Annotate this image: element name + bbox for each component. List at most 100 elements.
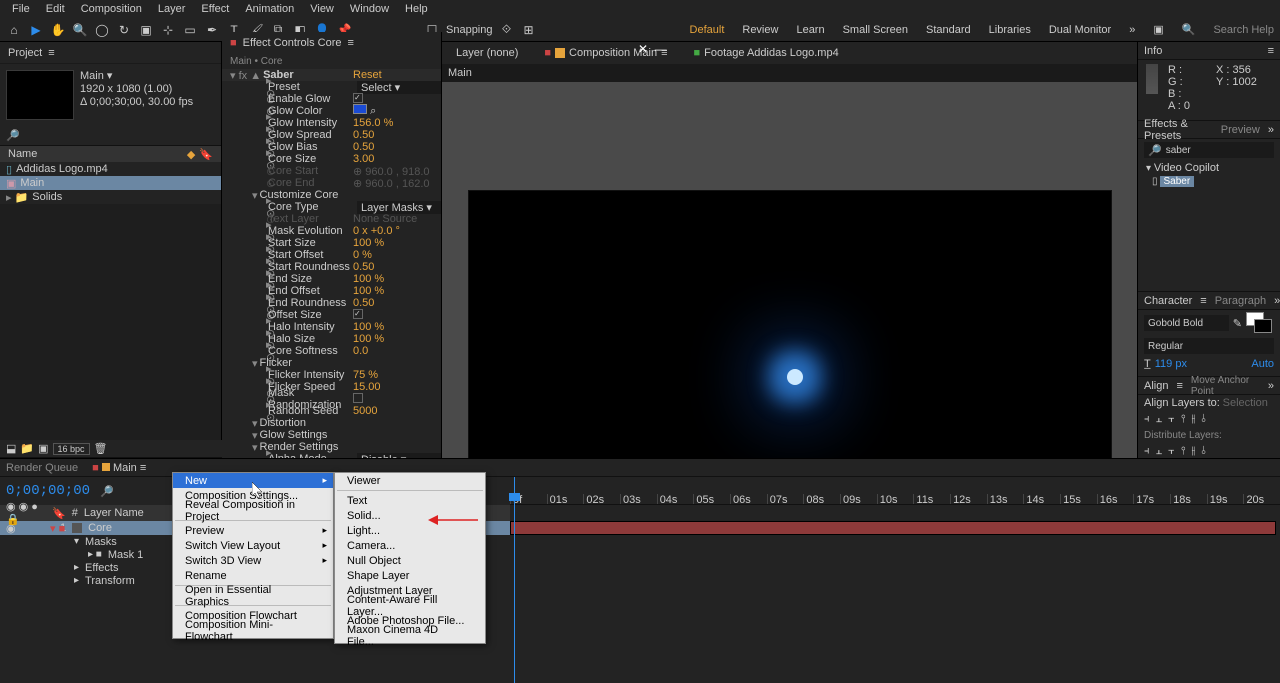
menu-composition[interactable]: Composition	[73, 1, 150, 17]
prop-value[interactable]: 0.50	[353, 141, 441, 153]
ctx-new-item[interactable]: Text	[335, 493, 485, 508]
crumb-main[interactable]: Main	[448, 67, 472, 79]
prop-value[interactable]: 0 x +0.0 °	[353, 225, 441, 237]
dist-icon[interactable]: ⫠	[1156, 445, 1163, 458]
prop-group[interactable]: Distortion	[258, 417, 441, 429]
color-chip[interactable]	[353, 104, 367, 114]
workspace-reset-icon[interactable]: ▣	[1153, 23, 1163, 36]
workspace-standard[interactable]: Standard	[926, 24, 971, 36]
ctx-new-item[interactable]: Camera...	[335, 538, 485, 553]
new-comp-icon[interactable]: ▣	[38, 442, 48, 455]
tab-render-queue[interactable]: Render Queue	[6, 462, 78, 474]
trash-icon[interactable]: 🗑	[94, 442, 108, 455]
eyedropper-icon[interactable]: ✎	[1233, 317, 1242, 330]
camera-tool-icon[interactable]: ▣	[138, 22, 154, 38]
workspace-small[interactable]: Small Screen	[843, 24, 908, 36]
ctx-item[interactable]: Preview	[173, 523, 333, 538]
leading-auto[interactable]: Auto	[1251, 358, 1274, 370]
align-top-icon[interactable]: ⫯	[1181, 413, 1186, 426]
ctx-item[interactable]: Reveal Composition in Project	[173, 503, 333, 518]
snap-opt2-icon[interactable]: ⊞	[521, 22, 537, 38]
ep-search-input[interactable]	[1162, 145, 1280, 156]
prop-value[interactable]: 100 %	[353, 321, 441, 333]
workspace-more-icon[interactable]: »	[1129, 24, 1135, 36]
ctx-item[interactable]: Open in Essential Graphics	[173, 588, 333, 603]
dist-icon[interactable]: ⫲	[1192, 445, 1196, 458]
menu-layer[interactable]: Layer	[150, 1, 194, 17]
prop-checkbox[interactable]	[353, 309, 363, 319]
prop-checkbox[interactable]	[353, 393, 363, 403]
orbit-tool-icon[interactable]: ◯	[94, 22, 110, 38]
current-timecode[interactable]: 0;00;00;00	[6, 483, 90, 499]
menu-file[interactable]: File	[4, 1, 38, 17]
name-column-header[interactable]: Name	[8, 148, 37, 160]
anchor-tool-icon[interactable]: ⊹	[160, 22, 176, 38]
tab-layer-none[interactable]: Layer (none)	[448, 45, 526, 61]
ctx-new-item[interactable]: Null Object	[335, 553, 485, 568]
dist-icon[interactable]: ⫯	[1181, 445, 1186, 458]
ctx-new-item[interactable]: Light...	[335, 523, 485, 538]
align-tab[interactable]: Align	[1144, 380, 1168, 392]
prop-value[interactable]: 0.0	[353, 345, 441, 357]
eyedropper-icon[interactable]: ⌕	[370, 105, 376, 117]
prop-value[interactable]: 0.50	[353, 129, 441, 141]
search-help[interactable]: Search Help	[1213, 24, 1274, 36]
font-family-select[interactable]: Gobold Bold	[1144, 315, 1229, 331]
bpc-btn[interactable]: 16 bpc	[53, 443, 90, 455]
rotate-tool-icon[interactable]: ↻	[116, 22, 132, 38]
align-right-icon[interactable]: ⫟	[1168, 413, 1175, 426]
project-item-folder[interactable]: ▸ 📁Solids	[0, 190, 221, 204]
menu-view[interactable]: View	[302, 1, 342, 17]
reset-link[interactable]: Reset	[353, 69, 441, 81]
workspace-review[interactable]: Review	[742, 24, 778, 36]
prop-value[interactable]: 5000	[353, 405, 441, 417]
timeline-tracks[interactable]: 0f01s02s03s04s05s06s07s08s09s10s11s12s13…	[510, 477, 1280, 683]
folder-icon[interactable]: 📁	[20, 442, 34, 455]
prop-group[interactable]: Customize Core	[258, 189, 441, 201]
fill-stroke-swatch[interactable]	[1246, 312, 1274, 334]
tab-footage[interactable]: ■Footage Addidas Logo.mp4	[686, 45, 847, 61]
dist-icon[interactable]: ⫞	[1144, 445, 1150, 458]
menu-help[interactable]: Help	[397, 1, 436, 17]
timeline-search-icon[interactable]: 🔎	[100, 485, 114, 498]
prop-group[interactable]: Render Settings	[258, 441, 441, 453]
tab-timeline-main[interactable]: ■ Main ≡	[92, 462, 146, 474]
anchor-tab[interactable]: Move Anchor Point	[1191, 375, 1260, 397]
ctx-new-item[interactable]: Content-Aware Fill Layer...	[335, 598, 485, 613]
project-item-footage[interactable]: ▯Addidas Logo.mp4	[0, 162, 221, 176]
prop-value[interactable]: 75 %	[353, 369, 441, 381]
workspace-libraries[interactable]: Libraries	[989, 24, 1031, 36]
ctx-item[interactable]: New	[173, 473, 333, 488]
ctx-item[interactable]: Switch View Layout	[173, 538, 333, 553]
workspace-dual[interactable]: Dual Monitor	[1049, 24, 1111, 36]
dist-icon[interactable]: ⫟	[1168, 445, 1175, 458]
preview-tab[interactable]: Preview	[1221, 124, 1260, 136]
font-style-select[interactable]: Regular	[1144, 338, 1274, 354]
ctx-item[interactable]: Rename	[173, 568, 333, 583]
menu-effect[interactable]: Effect	[193, 1, 237, 17]
ctx-new-item[interactable]: Viewer	[335, 473, 485, 488]
fx-saber[interactable]: Saber	[261, 69, 353, 81]
interp-icon[interactable]: ⬓	[6, 442, 16, 455]
hand-tool-icon[interactable]: ✋	[50, 22, 66, 38]
prop-value[interactable]: 100 %	[353, 237, 441, 249]
prop-value[interactable]: 100 %	[353, 273, 441, 285]
align-bottom-icon[interactable]: ⫰	[1201, 413, 1206, 426]
prop-checkbox[interactable]	[353, 93, 363, 103]
prop-value[interactable]: 0.50	[353, 297, 441, 309]
ec-tab[interactable]: Effect Controls Core	[243, 37, 342, 49]
snap-opt1-icon[interactable]: ⟐	[499, 22, 515, 38]
paragraph-tab[interactable]: Paragraph	[1215, 295, 1266, 307]
prop-value[interactable]: 156.0 %	[353, 117, 441, 129]
prop-value[interactable]: 100 %	[353, 285, 441, 297]
pen-tool-icon[interactable]: ✒	[204, 22, 220, 38]
ctx-new-item[interactable]: Solid...	[335, 508, 485, 523]
shape-tool-icon[interactable]: ▭	[182, 22, 198, 38]
align-hc-icon[interactable]: ⫠	[1156, 413, 1163, 426]
prop-group[interactable]: Glow Settings	[258, 429, 441, 441]
project-tab[interactable]: Project	[8, 47, 42, 59]
font-size[interactable]: 119 px	[1155, 358, 1187, 370]
menu-edit[interactable]: Edit	[38, 1, 73, 17]
ctx-new-item[interactable]: Maxon Cinema 4D File...	[335, 628, 485, 643]
align-left-icon[interactable]: ⫞	[1144, 413, 1150, 426]
